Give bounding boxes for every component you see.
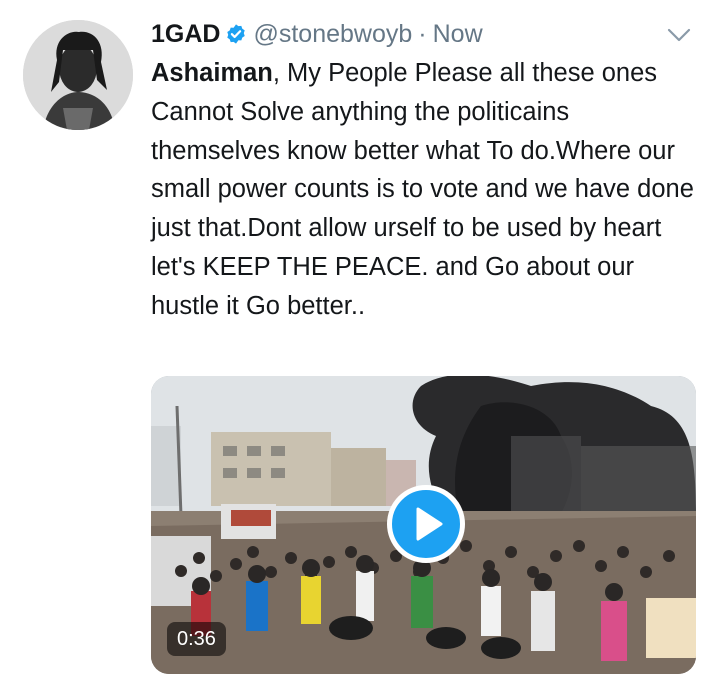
video-duration: 0:36 [167, 622, 226, 656]
play-icon [416, 507, 443, 541]
play-button[interactable] [387, 485, 465, 563]
separator-dot: · [418, 19, 427, 48]
timestamp[interactable]: Now [433, 20, 483, 49]
tweet-body: , My People Please all these ones Cannot… [151, 59, 694, 320]
tweet-card: 1GAD @stonebwoyb · Now Ashaiman, My Peop… [0, 0, 719, 687]
user-handle[interactable]: @stonebwoyb [253, 20, 412, 49]
tweet-text: Ashaiman, My People Please all these one… [151, 54, 699, 326]
profile-photo-icon [23, 20, 133, 130]
video-thumbnail[interactable]: 0:36 [151, 376, 696, 674]
tweet-header: 1GAD @stonebwoyb · Now [151, 17, 671, 51]
chevron-down-icon[interactable] [665, 21, 693, 49]
verified-badge-icon [225, 23, 247, 45]
avatar[interactable] [23, 20, 133, 130]
tweet-location-lead: Ashaiman [151, 59, 273, 87]
display-name[interactable]: 1GAD [151, 20, 220, 49]
